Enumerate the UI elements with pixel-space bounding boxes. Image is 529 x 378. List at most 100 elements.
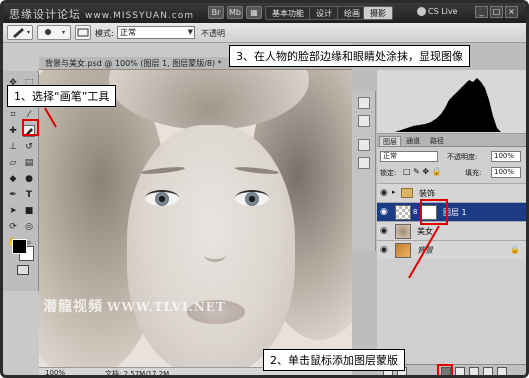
layer-name: 装饰 bbox=[419, 189, 435, 198]
workspace-photography[interactable]: 摄影 bbox=[363, 6, 393, 20]
delete-layer-icon[interactable] bbox=[497, 367, 507, 375]
cs-live-button[interactable]: CS Live bbox=[417, 7, 458, 16]
zoom-level[interactable]: 100% bbox=[45, 369, 65, 375]
expand-triangle-icon[interactable]: ▸ bbox=[392, 188, 396, 196]
layers-panel-tabs: 图层 通道 路径 bbox=[377, 135, 526, 147]
adjustment-layer-icon[interactable] bbox=[455, 367, 465, 375]
forum-watermark-url: www.MISSYUAN.com bbox=[85, 11, 195, 21]
mode-value: 正常 bbox=[120, 28, 136, 37]
visibility-eye-icon[interactable]: ◉ bbox=[380, 207, 390, 217]
nose bbox=[204, 248, 226, 262]
quick-mask-icon[interactable] bbox=[17, 265, 29, 275]
document-info: 文档: 2.57M/17.2M bbox=[105, 370, 170, 378]
options-bar: 模式: 正常 ▼ 不透明 bbox=[3, 23, 526, 43]
mode-select[interactable]: 正常 ▼ bbox=[117, 26, 195, 39]
layer-row-layer1[interactable]: ◉ 8 图层 1 bbox=[377, 202, 526, 221]
visibility-eye-icon[interactable]: ◉ bbox=[380, 226, 390, 236]
right-eye bbox=[235, 190, 269, 206]
panel-histogram-icon[interactable] bbox=[358, 97, 370, 109]
panel-adjustments-icon[interactable] bbox=[358, 139, 370, 151]
histogram-graph bbox=[395, 78, 501, 132]
mode-label: 模式: bbox=[95, 29, 114, 38]
folder-icon bbox=[401, 188, 413, 198]
opacity-label: 不透明 bbox=[201, 29, 225, 38]
3d-orbit-icon[interactable]: ◎ bbox=[23, 221, 35, 233]
title-bar: 思缘设计论坛 www.MISSYUAN.com Br Mb ▦ 基本功能 设计 绘… bbox=[3, 3, 526, 23]
chevron-down-icon: ▼ bbox=[187, 28, 193, 36]
layers-panel: 图层 通道 路径 正常 不透明度: 100% 锁定: □ ✎ ✥ 🔒 填充: 1… bbox=[377, 135, 526, 375]
tab-channels[interactable]: 通道 bbox=[403, 136, 423, 146]
gradient-icon[interactable]: ▤ bbox=[23, 157, 35, 169]
workspace-essentials[interactable]: 基本功能 bbox=[265, 6, 311, 20]
brush-preset-icon bbox=[13, 28, 30, 38]
shape-icon[interactable]: ■ bbox=[23, 205, 35, 217]
panel-masks-icon[interactable] bbox=[358, 157, 370, 169]
brush-panel-toggle[interactable] bbox=[75, 25, 91, 40]
view-extras-icon[interactable]: ▦ bbox=[246, 6, 262, 19]
fill-label: 填充: bbox=[465, 169, 482, 177]
new-layer-icon[interactable] bbox=[483, 367, 493, 375]
layer-thumbnail bbox=[395, 243, 411, 258]
layer-thumbnail bbox=[395, 224, 411, 239]
layer-thumbnail bbox=[395, 205, 411, 220]
fill-input[interactable]: 100% bbox=[491, 167, 521, 178]
blur-icon[interactable]: ◆ bbox=[7, 173, 19, 185]
healing-icon[interactable]: ✚ bbox=[7, 125, 19, 137]
forum-watermark-text: 思缘设计论坛 bbox=[9, 8, 81, 21]
cs-live-icon bbox=[417, 7, 426, 16]
right-iris bbox=[245, 192, 259, 206]
brush-panel-icon bbox=[77, 28, 89, 37]
forum-watermark: 思缘设计论坛 www.MISSYUAN.com bbox=[9, 6, 194, 22]
brush-tool-highlight bbox=[22, 119, 39, 136]
visibility-eye-icon[interactable]: ◉ bbox=[380, 188, 390, 198]
mask-link-icon[interactable]: 8 bbox=[413, 208, 417, 216]
path-select-icon[interactable]: ➤ bbox=[7, 205, 19, 217]
maximize-button[interactable]: □ bbox=[490, 6, 503, 18]
workspace-design[interactable]: 设计 bbox=[309, 6, 339, 20]
panel-info-icon[interactable] bbox=[358, 115, 370, 127]
tab-layers[interactable]: 图层 bbox=[379, 136, 401, 146]
tool-preset-picker[interactable] bbox=[7, 25, 33, 40]
lock-icons[interactable]: □ ✎ ✥ 🔒 bbox=[403, 167, 442, 176]
face bbox=[127, 125, 295, 368]
new-group-icon[interactable] bbox=[469, 367, 479, 375]
minimize-button[interactable]: _ bbox=[475, 6, 488, 18]
panel-icon-strip bbox=[352, 91, 376, 251]
layer-mask-highlight bbox=[420, 199, 448, 225]
mini-bridge-icon[interactable]: Mb bbox=[227, 6, 243, 19]
add-mask-button-highlight bbox=[437, 364, 453, 375]
blend-mode-select[interactable]: 正常 bbox=[380, 151, 438, 162]
layer-row-decoration[interactable]: ◉ ▸ 装饰 bbox=[377, 183, 526, 202]
history-brush-icon[interactable]: ↺ bbox=[23, 141, 35, 153]
layer-row-background[interactable]: ◉ 背景 🔒 bbox=[377, 240, 526, 259]
3d-rotate-icon[interactable]: ⟳ bbox=[7, 221, 19, 233]
tab-paths[interactable]: 路径 bbox=[427, 136, 447, 146]
left-eye bbox=[145, 190, 179, 206]
photoshop-window: 思缘设计论坛 www.MISSYUAN.com Br Mb ▦ 基本功能 设计 绘… bbox=[0, 0, 529, 378]
document-canvas[interactable]: 潜龍视頻 WWW.TLVI.NET bbox=[39, 70, 352, 368]
clone-stamp-icon[interactable]: ⊥ bbox=[7, 141, 19, 153]
callout-step1: 1、选择“画笔”工具 bbox=[7, 85, 117, 107]
canvas-watermark-url: WWW.TLVI.NET bbox=[107, 300, 226, 314]
crop-icon[interactable]: ⌗ bbox=[7, 109, 19, 121]
layer-name: 美女 bbox=[417, 227, 433, 236]
bridge-icon[interactable]: Br bbox=[208, 6, 224, 19]
visibility-eye-icon[interactable]: ◉ bbox=[380, 245, 390, 255]
canvas-watermark-text: 潜龍视頻 bbox=[43, 299, 103, 315]
layer-row-beauty[interactable]: ◉ 美女 bbox=[377, 221, 526, 240]
callout-step3: 3、在人物的脸部边缘和眼睛处涂抹，显现图像 bbox=[229, 45, 470, 67]
layer-opacity-label: 不透明度: bbox=[447, 153, 478, 161]
histogram-panel bbox=[377, 70, 526, 134]
lock-row: 锁定: □ ✎ ✥ 🔒 填充: 100% bbox=[377, 167, 526, 181]
eraser-icon[interactable]: ▱ bbox=[7, 157, 19, 169]
left-iris bbox=[155, 192, 169, 206]
brush-tip-icon bbox=[45, 29, 65, 35]
callout-step2: 2、单击鼠标添加图层蒙版 bbox=[263, 349, 405, 371]
type-icon[interactable]: T bbox=[23, 189, 35, 201]
dodge-icon[interactable]: ● bbox=[23, 173, 35, 185]
pen-icon[interactable]: ✒ bbox=[7, 189, 19, 201]
layer-opacity-input[interactable]: 100% bbox=[491, 151, 521, 162]
brush-size-picker[interactable] bbox=[37, 25, 71, 40]
foreground-color-swatch[interactable] bbox=[12, 239, 27, 254]
close-button[interactable]: × bbox=[505, 6, 518, 18]
